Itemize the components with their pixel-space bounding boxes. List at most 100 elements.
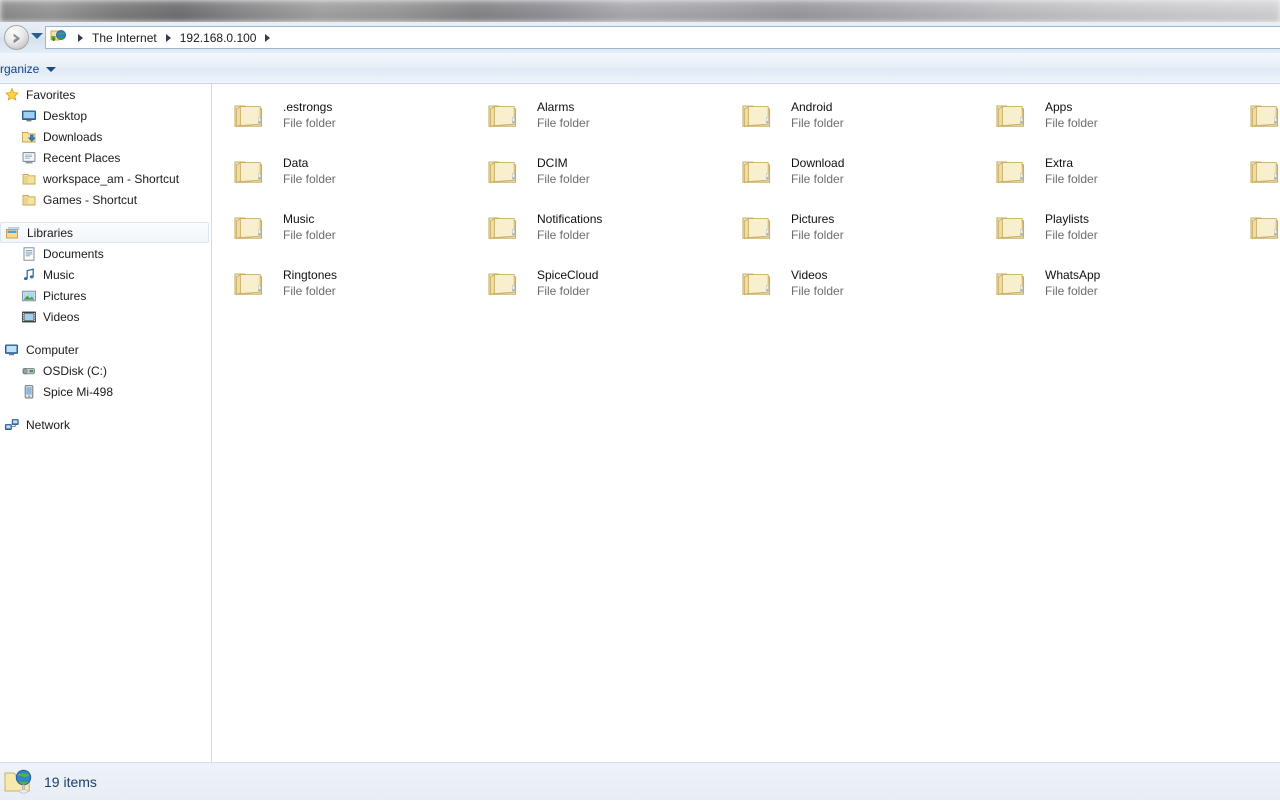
sidebar-item-osdisk-c[interactable]: OSDisk (C:) — [0, 360, 211, 381]
sidebar-item-pictures[interactable]: Pictures — [0, 285, 211, 306]
folder-icon — [232, 266, 266, 300]
address-input[interactable]: The Internet 192.168.0.100 — [45, 26, 1280, 49]
folder-icon — [994, 154, 1028, 188]
file-item[interactable]: SpiceCloud File folder — [482, 264, 736, 320]
file-type: File folder — [1045, 116, 1098, 130]
file-name: Android — [791, 100, 833, 114]
videos-library-icon — [21, 309, 37, 325]
file-text: Videos File folder — [791, 266, 844, 299]
file-item[interactable]: Android File folder — [736, 96, 990, 152]
folder-icon — [740, 266, 774, 300]
folder-icon — [232, 154, 266, 188]
sidebar-item-spice-mi-498[interactable]: Spice Mi-498 — [0, 381, 211, 402]
file-item-clipped[interactable] — [1244, 152, 1280, 208]
breadcrumb-item-the-internet[interactable]: The Internet — [92, 31, 157, 45]
file-item[interactable]: Apps File folder — [990, 96, 1244, 152]
file-text: DCIM File folder — [537, 154, 590, 187]
breadcrumb-separator-icon[interactable] — [78, 33, 83, 42]
file-type: File folder — [1045, 284, 1098, 298]
sidebar-group-label: Favorites — [26, 87, 76, 102]
file-item[interactable]: Videos File folder — [736, 264, 990, 320]
sidebar-group-label: Network — [26, 417, 71, 432]
sidebar-item-label: Music — [43, 267, 75, 282]
file-item[interactable]: WhatsApp File folder — [990, 264, 1244, 320]
file-type: File folder — [1045, 228, 1098, 242]
command-bar: rganize — [0, 53, 1280, 84]
sidebar-item-desktop[interactable]: Desktop — [0, 105, 211, 126]
file-name: Data — [283, 156, 309, 170]
sidebar-group-network[interactable]: Network — [0, 414, 211, 435]
sidebar-group-label: Computer — [26, 342, 79, 357]
sidebar-item-downloads[interactable]: Downloads — [0, 126, 211, 147]
hard-disk-icon — [21, 363, 37, 379]
folder-icon — [1248, 98, 1280, 132]
file-name: SpiceCloud — [537, 268, 599, 282]
sidebar-group-libraries[interactable]: Libraries — [0, 222, 209, 243]
address-bar: The Internet 192.168.0.100 — [0, 22, 1280, 53]
file-text: Playlists File folder — [1045, 210, 1098, 243]
sidebar-item-videos[interactable]: Videos — [0, 306, 211, 327]
file-name: Alarms — [537, 100, 575, 114]
file-item[interactable]: Alarms File folder — [482, 96, 736, 152]
sidebar-group-computer[interactable]: Computer — [0, 339, 211, 360]
navigation-pane[interactable]: Favorites Desktop Downloads Recent Place… — [0, 84, 211, 762]
file-list-pane[interactable]: .estrongs File folder Alarms File folder… — [212, 84, 1280, 762]
file-item-clipped[interactable] — [1244, 96, 1280, 152]
libraries-icon — [5, 225, 21, 241]
file-item[interactable]: Data File folder — [228, 152, 482, 208]
pictures-library-icon — [21, 288, 37, 304]
file-item-clipped[interactable] — [1244, 208, 1280, 264]
file-text: Data File folder — [283, 154, 336, 187]
music-library-icon — [21, 267, 37, 283]
file-item[interactable]: Extra File folder — [990, 152, 1244, 208]
file-item[interactable]: .estrongs File folder — [228, 96, 482, 152]
breadcrumb-separator-icon[interactable] — [165, 33, 171, 42]
folder-icon — [740, 98, 774, 132]
file-item[interactable]: Ringtones File folder — [228, 264, 482, 320]
sidebar-item-label: Documents — [43, 246, 104, 261]
forward-button[interactable] — [4, 25, 29, 50]
sidebar-group-favorites[interactable]: Favorites — [0, 84, 211, 105]
sidebar-item-label: Desktop — [43, 108, 88, 123]
file-type: File folder — [791, 284, 844, 298]
file-item[interactable]: Pictures File folder — [736, 208, 990, 264]
sidebar-item-label: OSDisk (C:) — [43, 363, 107, 378]
breadcrumb-separator-icon[interactable] — [265, 33, 271, 42]
breadcrumb-item-host[interactable]: 192.168.0.100 — [180, 31, 257, 45]
file-name: Download — [791, 156, 845, 170]
file-item[interactable]: Playlists File folder — [990, 208, 1244, 264]
folder-icon — [486, 154, 520, 188]
file-text: Music File folder — [283, 210, 336, 243]
file-name: Videos — [791, 268, 828, 282]
file-item[interactable]: Download File folder — [736, 152, 990, 208]
file-type: File folder — [791, 116, 844, 130]
sidebar-item-workspace-am-shortcut[interactable]: workspace_am - Shortcut — [0, 168, 211, 189]
chevron-down-icon[interactable] — [31, 33, 43, 39]
sidebar-item-documents[interactable]: Documents — [0, 243, 211, 264]
sidebar-item-label: Pictures — [43, 288, 87, 303]
sidebar-item-games-shortcut[interactable]: Games - Shortcut — [0, 189, 211, 210]
file-name: Music — [283, 212, 315, 226]
sidebar-item-label: Downloads — [43, 129, 103, 144]
network-folder-icon — [4, 766, 36, 798]
folder-icon — [232, 210, 266, 244]
sidebar-group-label: Libraries — [27, 225, 74, 240]
folder-icon — [740, 154, 774, 188]
file-item[interactable]: Music File folder — [228, 208, 482, 264]
file-text: Apps File folder — [1045, 98, 1098, 131]
file-text: .estrongs File folder — [283, 98, 336, 131]
file-type: File folder — [283, 116, 336, 130]
folder-shortcut-icon — [21, 171, 37, 187]
file-item[interactable]: Notifications File folder — [482, 208, 736, 264]
documents-library-icon — [21, 246, 37, 262]
folder-icon — [1248, 154, 1280, 188]
sidebar-item-label: Spice Mi-498 — [43, 384, 114, 399]
caret-down-icon — [46, 66, 57, 72]
organize-button[interactable]: rganize — [0, 58, 62, 80]
sidebar-item-recent-places[interactable]: Recent Places — [0, 147, 211, 168]
file-item[interactable]: DCIM File folder — [482, 152, 736, 208]
sidebar-item-music[interactable]: Music — [0, 264, 211, 285]
file-type: File folder — [1045, 172, 1098, 186]
folder-icon — [994, 98, 1028, 132]
file-name: DCIM — [537, 156, 568, 170]
